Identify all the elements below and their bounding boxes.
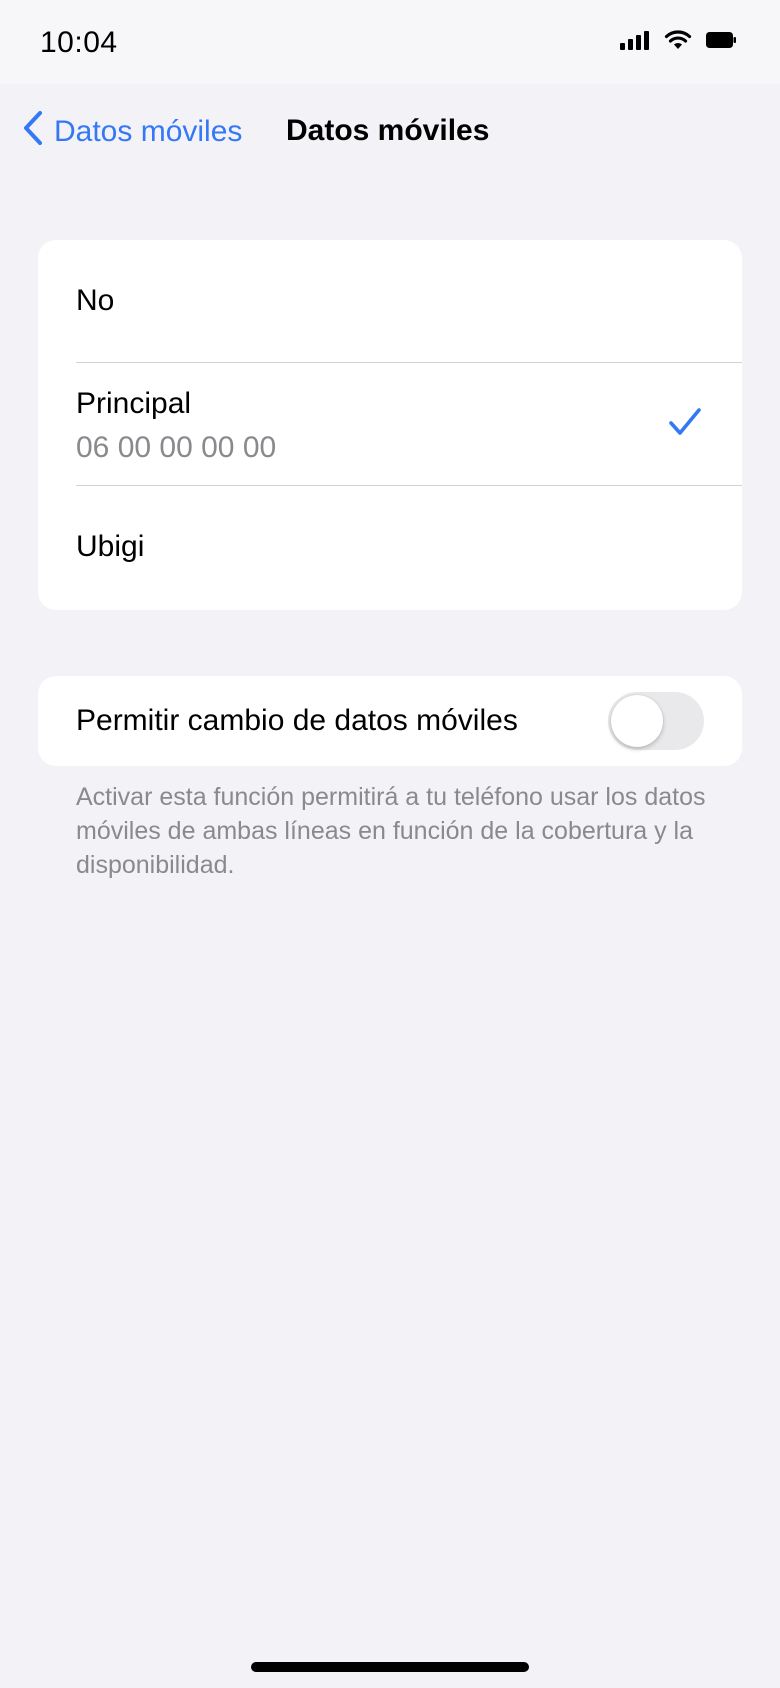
option-principal[interactable]: Principal 06 00 00 00 00 [38, 363, 742, 485]
data-line-options: No Principal 06 00 00 00 00 Ubigi [38, 240, 742, 610]
wifi-icon [664, 30, 692, 50]
home-indicator[interactable] [251, 1662, 529, 1672]
data-switching-label: Permitir cambio de datos móviles [76, 704, 518, 737]
data-switching-toggle[interactable] [608, 692, 704, 750]
status-time: 10:04 [40, 26, 118, 59]
back-button-label: Datos móviles [54, 115, 243, 148]
option-ubigi[interactable]: Ubigi [38, 486, 742, 610]
back-button[interactable]: Datos móviles [22, 110, 242, 154]
option-no[interactable]: No [38, 240, 742, 362]
option-label: Ubigi [76, 530, 145, 563]
option-label: Principal [76, 387, 192, 420]
status-icons [620, 30, 736, 50]
option-label: No [76, 284, 115, 317]
data-switching-footer: Activar esta función permitirá a tu telé… [76, 783, 706, 879]
data-switching-row: Permitir cambio de datos móviles [38, 676, 742, 766]
page-title: Datos móviles [286, 114, 490, 147]
battery-icon [706, 31, 736, 49]
toggle-knob [611, 695, 663, 747]
option-phone-number: 06 00 00 00 00 [76, 431, 277, 464]
navigation-bar: Datos móviles Datos móviles [0, 84, 780, 180]
cellular-signal-icon [620, 30, 650, 50]
checkmark-icon [668, 407, 702, 442]
status-bar: 10:04 [0, 0, 780, 84]
chevron-left-icon [22, 110, 44, 154]
